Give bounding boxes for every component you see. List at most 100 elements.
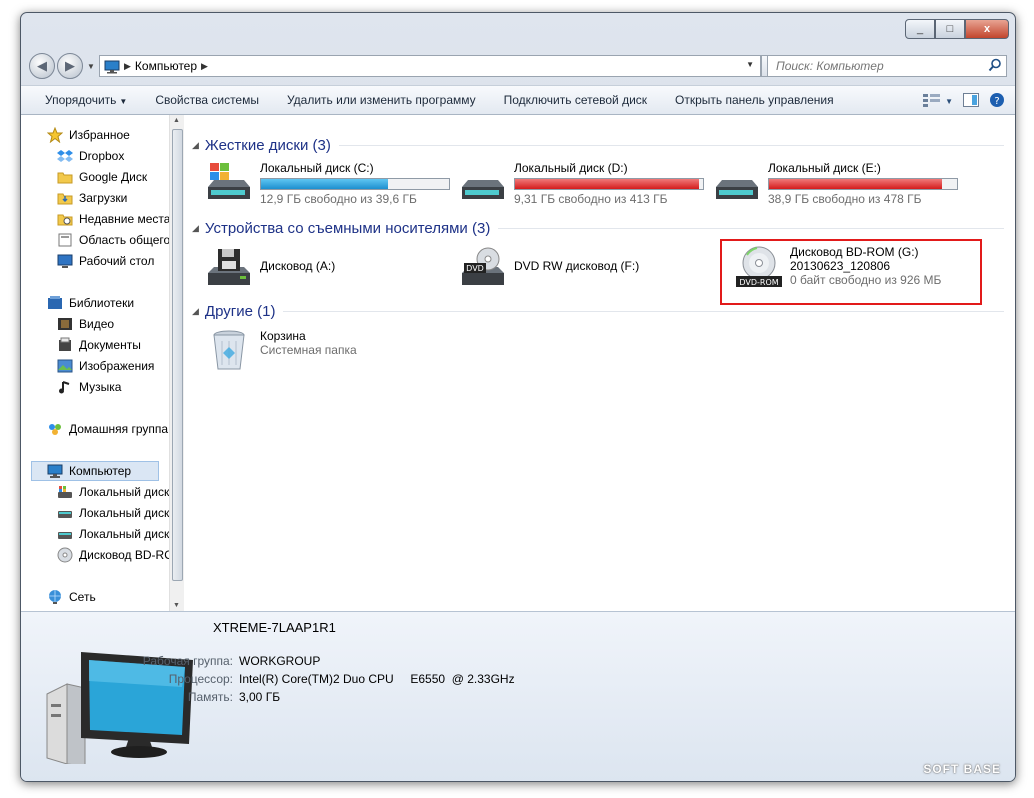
command-bar: Упорядочить ▼ Свойства системы Удалить ил… [21, 85, 1015, 115]
scroll-down-arrow[interactable]: ▼ [173, 602, 180, 609]
hard-drive-icon [712, 161, 762, 205]
map-network-drive-button[interactable]: Подключить сетевой диск [490, 93, 661, 107]
preview-pane-icon[interactable] [963, 93, 979, 110]
drive-e[interactable]: Локальный диск (E:) 38,9 ГБ свободно из … [712, 161, 958, 206]
computer-icon [47, 463, 63, 479]
group-removable[interactable]: ◢ Устройства со съемными носителями (3) [192, 220, 1004, 237]
address-bar[interactable]: ▶ Компьютер ▶ ▼ [99, 55, 761, 77]
group-hard-drives[interactable]: ◢ Жесткие диски (3) [192, 137, 1004, 154]
sidebar-item-label: Домашняя группа [69, 422, 169, 436]
details-pane: XTREME-7LAAP1R1 Рабочая группа: WORKGROU… [21, 611, 1015, 781]
breadcrumb-separator[interactable]: ▶ [201, 61, 208, 72]
sidebar-item-google-drive[interactable]: Google Диск [57, 167, 147, 187]
sidebar-item-local-e[interactable]: Локальный диск [57, 524, 169, 544]
usage-fill [261, 179, 388, 189]
sidebar-item-local-c[interactable]: Локальный диск [57, 482, 169, 502]
help-icon[interactable]: ? [989, 92, 1005, 111]
scroll-up-arrow[interactable]: ▲ [173, 117, 180, 124]
sidebar-item-downloads[interactable]: Загрузки [57, 188, 127, 208]
view-dropdown-arrow[interactable]: ▼ [945, 97, 953, 106]
sidebar-item-computer[interactable]: Компьютер [31, 461, 159, 481]
drive-name: Локальный диск (D:) [514, 161, 628, 175]
floppy-drive-icon [204, 245, 254, 289]
computer-icon [104, 60, 120, 74]
workgroup-value: WORKGROUP [239, 654, 321, 668]
group-other[interactable]: ◢ Другие (1) [192, 303, 1004, 320]
drive-d[interactable]: Локальный диск (D:) 9,31 ГБ свободно из … [458, 161, 704, 206]
forward-button[interactable]: ▶ [57, 53, 83, 79]
scrollbar-thumb[interactable] [172, 129, 183, 581]
sidebar-item-dropbox[interactable]: Dropbox [57, 146, 124, 166]
sidebar-item-video[interactable]: Видео [57, 314, 114, 334]
explorer-window: _ □ x ◀ ▶ ▼ ▶ Компьютер ▶ ▼ ⟳ Упорядочит… [20, 12, 1016, 782]
hard-drive-icon [458, 161, 508, 205]
sidebar-item-network[interactable]: Сеть [47, 587, 96, 607]
sidebar-item-label: Видео [79, 317, 115, 331]
uninstall-program-button[interactable]: Удалить или изменить программу [273, 93, 490, 107]
sidebar-item-favorites[interactable]: Избранное [46, 125, 130, 145]
open-control-panel-button[interactable]: Открыть панель управления [661, 93, 848, 107]
sidebar-item-homegroup[interactable]: Домашняя группа [47, 419, 168, 439]
breadcrumb-separator[interactable]: ▶ [124, 61, 131, 72]
sidebar-item-label: Локальный диск [79, 485, 170, 499]
collapse-icon[interactable]: ◢ [192, 140, 199, 151]
view-options-icon[interactable] [923, 93, 941, 110]
folder-icon [57, 169, 73, 185]
pictures-icon [57, 358, 73, 374]
drive-name: Локальный диск (E:) [768, 161, 881, 175]
sidebar-item-recent[interactable]: Недавние места [57, 209, 170, 229]
music-icon [57, 379, 73, 395]
close-button[interactable]: x [965, 19, 1009, 39]
free-space-label: 12,9 ГБ свободно из 39,6 ГБ [260, 192, 417, 206]
search-icon[interactable] [988, 58, 1002, 72]
maximize-button[interactable]: □ [935, 19, 965, 39]
search-box[interactable] [767, 55, 1007, 77]
sidebar-item-public[interactable]: Область общего [57, 230, 170, 250]
sidebar-item-documents[interactable]: Документы [57, 335, 141, 355]
navigation-scrollbar[interactable]: ▲ ▼ [169, 115, 184, 611]
collapse-icon[interactable]: ◢ [192, 306, 199, 317]
memory-label: Память: [187, 690, 233, 704]
group-divider [498, 228, 1004, 229]
sidebar-item-label: Локальный диск [79, 527, 170, 541]
search-input[interactable] [774, 56, 978, 76]
group-divider [338, 145, 1004, 146]
video-icon [57, 316, 73, 332]
sidebar-item-label: Избранное [69, 128, 130, 142]
item-type: Системная папка [260, 343, 357, 357]
minimize-button[interactable]: _ [905, 19, 935, 39]
sidebar-item-local-d[interactable]: Локальный диск [57, 503, 169, 523]
group-divider [283, 311, 1004, 312]
recent-pages-dropdown[interactable]: ▼ [87, 62, 95, 71]
caption-buttons: _ □ x [905, 19, 1009, 39]
address-dropdown[interactable]: ▼ [746, 60, 754, 69]
sidebar-item-pictures[interactable]: Изображения [57, 356, 154, 376]
recycle-bin[interactable]: Корзина Системная папка [204, 327, 357, 371]
public-folder-icon [57, 232, 73, 248]
drive-c[interactable]: Локальный диск (C:) 12,9 ГБ свободно из … [204, 161, 450, 206]
group-title: Устройства со съемными носителями (3) [204, 220, 491, 237]
sidebar-item-music[interactable]: Музыка [57, 377, 121, 397]
computer-name: XTREME-7LAAP1R1 [213, 620, 336, 635]
usage-bar [768, 178, 958, 190]
system-properties-button[interactable]: Свойства системы [141, 93, 273, 107]
sidebar-item-label: Сеть [69, 590, 96, 604]
sidebar-item-libraries[interactable]: Библиотеки [47, 293, 134, 313]
free-space-label: 9,31 ГБ свободно из 413 ГБ [514, 192, 668, 206]
breadcrumb-computer[interactable]: Компьютер [135, 59, 197, 73]
sidebar-item-bdrom[interactable]: Дисковод BD-RO [57, 545, 174, 565]
processor-label: Процессор: [168, 672, 233, 686]
collapse-icon[interactable]: ◢ [192, 223, 199, 234]
documents-icon [57, 337, 73, 353]
sidebar-item-desktop[interactable]: Рабочий стол [57, 251, 154, 271]
drive-dvd[interactable]: DVD DVD RW дисковод (F:) [458, 245, 639, 289]
back-button[interactable]: ◀ [29, 53, 55, 79]
drive-name: DVD RW дисковод (F:) [514, 259, 640, 273]
watermark: SOFT BASE [923, 762, 1001, 776]
recent-places-icon [57, 211, 73, 227]
hard-drive-icon [57, 505, 73, 521]
organize-button[interactable]: Упорядочить ▼ [21, 93, 141, 107]
usage-fill [515, 179, 699, 189]
libraries-icon [47, 295, 63, 311]
drive-floppy[interactable]: Дисковод (A:) [204, 245, 335, 289]
